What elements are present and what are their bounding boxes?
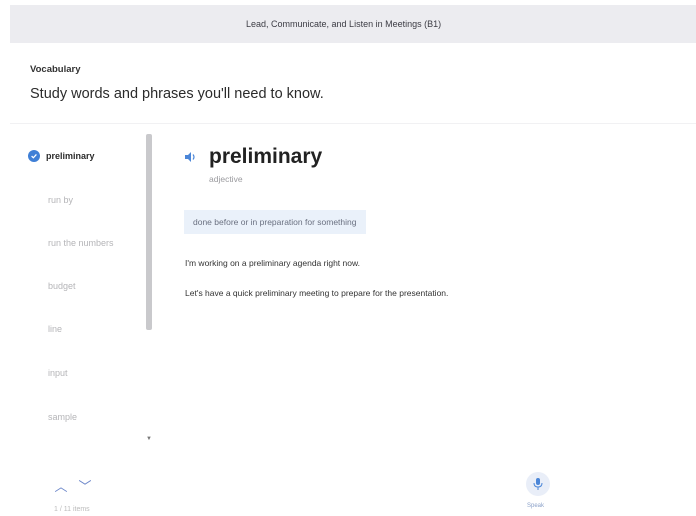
- word-list-item-label: line: [48, 324, 63, 334]
- word-list-item-label: sample: [48, 412, 78, 422]
- word-list-item-label: budget: [48, 281, 76, 291]
- word-list-item-budget[interactable]: budget: [18, 276, 138, 296]
- headword: preliminary: [209, 145, 323, 168]
- part-of-speech: adjective: [209, 174, 243, 184]
- check-circle-icon: [28, 150, 40, 162]
- speaker-icon[interactable]: [185, 152, 197, 162]
- scroll-down-arrow-icon[interactable]: ▼: [146, 436, 152, 442]
- word-list-item-line[interactable]: line: [18, 319, 138, 339]
- word-list-item-label: preliminary: [46, 151, 95, 161]
- divider: [10, 123, 696, 124]
- word-list-item-sample[interactable]: sample: [18, 407, 138, 427]
- word-list-item-label: input: [48, 368, 68, 378]
- word-list-item-run-the-numbers[interactable]: run the numbers: [18, 233, 138, 253]
- chevron-down-icon[interactable]: ﹀: [78, 476, 92, 495]
- word-nav: ︿ ﹀: [54, 476, 92, 495]
- word-list-scrollbar[interactable]: ▼: [146, 134, 152, 444]
- word-list-item-run-by[interactable]: run by: [18, 190, 138, 210]
- example-sentence: Let's have a quick preliminary meeting t…: [185, 288, 449, 298]
- section-subtitle: Study words and phrases you'll need to k…: [30, 86, 324, 102]
- definition: done before or in preparation for someth…: [184, 210, 366, 234]
- chevron-up-icon[interactable]: ︿: [54, 476, 68, 495]
- word-list-item-label: run by: [48, 195, 74, 205]
- course-title: Lead, Communicate, and Listen in Meeting…: [246, 19, 442, 29]
- top-bar: Lead, Communicate, and Listen in Meeting…: [10, 5, 696, 43]
- word-list-item-preliminary[interactable]: preliminary: [18, 146, 138, 166]
- word-list-item-label: run the numbers: [48, 238, 114, 248]
- item-counter: 1 / 11 items: [54, 506, 90, 513]
- microphone-icon: [533, 478, 543, 490]
- scrollbar-thumb[interactable]: [146, 134, 152, 330]
- section-label: Vocabulary: [30, 64, 81, 75]
- word-list-item-input[interactable]: input: [18, 363, 138, 383]
- word-list: preliminary run by run the numbers budge…: [18, 130, 143, 450]
- speak-label: Speak: [527, 503, 545, 509]
- speak-button[interactable]: [526, 472, 550, 496]
- example-sentence: I'm working on a preliminary agenda righ…: [185, 258, 361, 268]
